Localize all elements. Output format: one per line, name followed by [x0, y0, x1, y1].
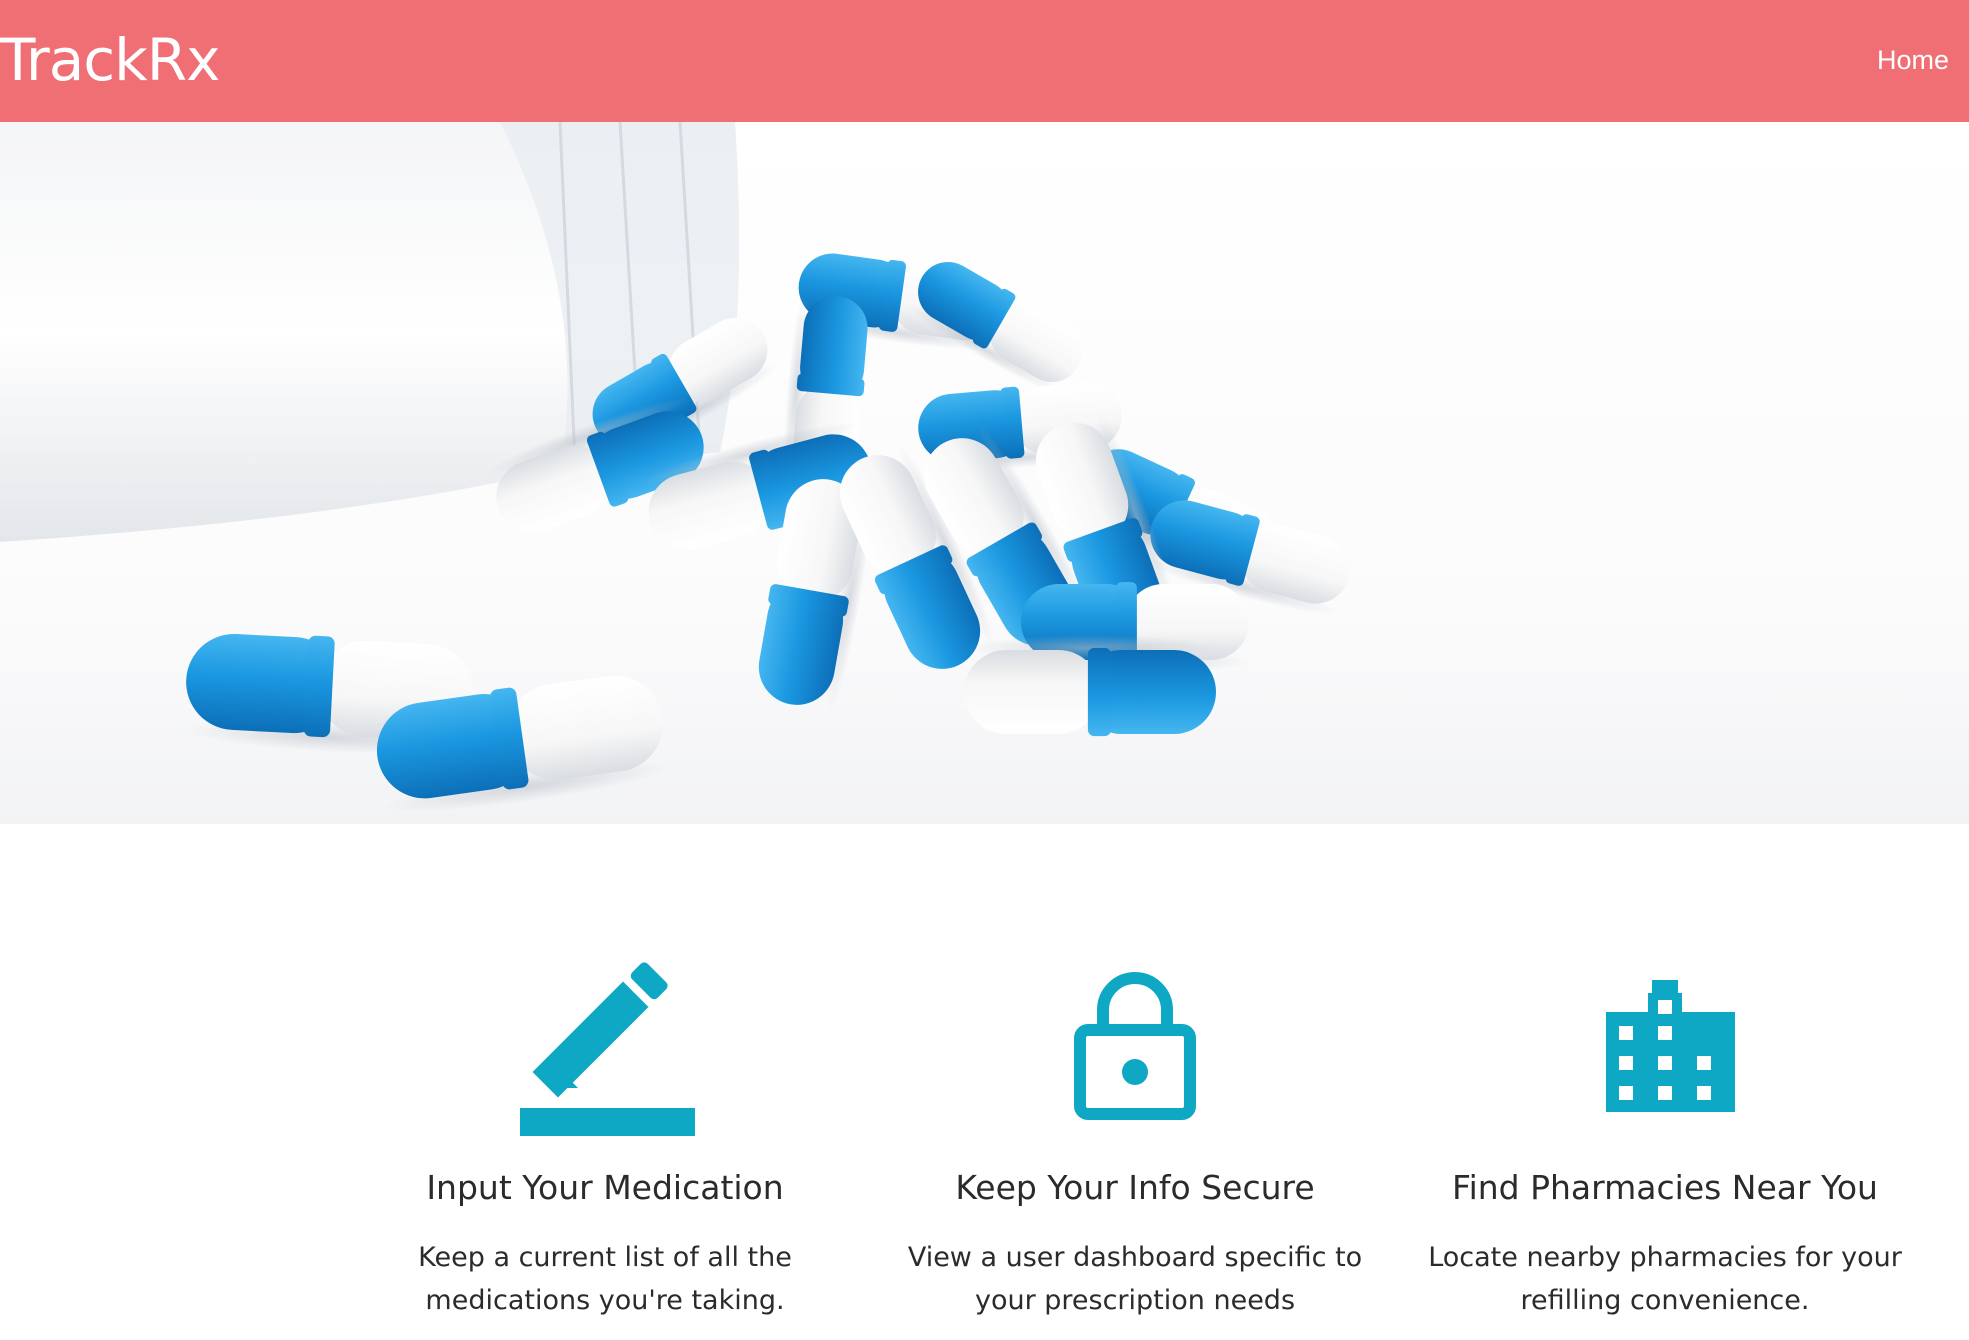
- brand-logo[interactable]: TrackRx: [0, 26, 220, 94]
- feature-title: Find Pharmacies Near You: [1452, 1168, 1878, 1207]
- navbar: TrackRx Home: [0, 0, 1969, 122]
- feature-input-medication: Input Your Medication Keep a current lis…: [355, 960, 855, 1316]
- feature-keep-info-secure: Keep Your Info Secure View a user dashbo…: [885, 960, 1385, 1316]
- feature-find-pharmacies: Find Pharmacies Near You Locate nearby p…: [1415, 960, 1915, 1316]
- feature-description: View a user dashboard specific to your p…: [907, 1242, 1363, 1316]
- nav-link-home[interactable]: Home: [1877, 42, 1949, 78]
- feature-title: Input Your Medication: [426, 1168, 784, 1207]
- building-icon: [1415, 960, 1915, 1140]
- feature-title: Keep Your Info Secure: [955, 1168, 1315, 1207]
- pencil-edit-icon: [355, 960, 855, 1140]
- feature-description: Keep a current list of all the medicatio…: [418, 1242, 792, 1316]
- hero-image: [0, 122, 1969, 824]
- feature-description: Locate nearby pharmacies for your refill…: [1428, 1242, 1902, 1316]
- lock-icon: [885, 960, 1385, 1140]
